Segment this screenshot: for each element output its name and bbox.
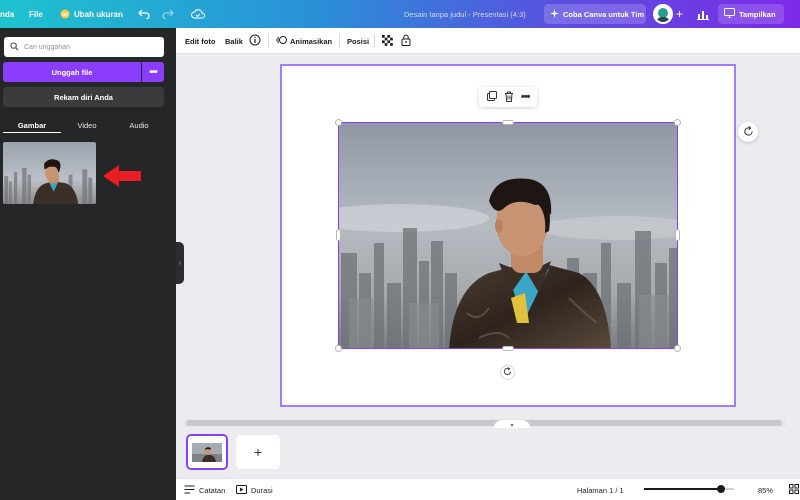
resize-handle-br[interactable]: [674, 345, 681, 352]
flip-button[interactable]: Balik: [225, 28, 243, 54]
notes-button[interactable]: Catatan: [184, 479, 225, 500]
try-canva-team-button[interactable]: Coba Canva untuk Tim: [544, 4, 646, 24]
uploaded-image-thumbnail[interactable]: [3, 142, 96, 204]
context-toolbar: Edit foto Balik Animasikan Posisi: [176, 28, 800, 54]
resize-handle-tl[interactable]: [335, 119, 342, 126]
redo-button[interactable]: [162, 0, 174, 28]
undo-button[interactable]: [138, 0, 150, 28]
grid-icon: [789, 484, 799, 496]
refresh-icon: [743, 125, 754, 139]
redo-icon: [162, 9, 174, 19]
cloud-check-icon: [191, 9, 205, 19]
upload-file-button[interactable]: Unggah file: [3, 62, 141, 82]
plus-icon: +: [676, 7, 684, 21]
add-page-button[interactable]: +: [236, 435, 280, 469]
zoom-slider-fill: [644, 488, 721, 490]
present-label: Tampilkan: [739, 9, 776, 19]
tab-videos[interactable]: Video: [60, 117, 114, 133]
resize-handle-left[interactable]: [336, 229, 341, 241]
selected-photo[interactable]: [338, 122, 678, 349]
presentation-icon: [724, 8, 735, 20]
cloud-save-button[interactable]: [191, 0, 205, 28]
sparkle-icon: [550, 8, 559, 20]
notes-label: Catatan: [199, 485, 226, 495]
lock-icon: [401, 34, 411, 48]
resize-handle-right[interactable]: [675, 229, 680, 241]
present-button[interactable]: Tampilkan: [718, 4, 784, 24]
resize-handle-tr[interactable]: [674, 119, 681, 126]
animate-icon: [276, 35, 287, 47]
add-member-button[interactable]: +: [676, 0, 683, 28]
resize-handle-bl[interactable]: [335, 345, 342, 352]
active-tab-indicator: [3, 132, 61, 133]
grid-view-button[interactable]: [789, 479, 799, 500]
zoom-level[interactable]: 85%: [758, 479, 773, 500]
lock-button[interactable]: [401, 28, 411, 54]
collapse-panel-handle[interactable]: ‹: [176, 242, 184, 284]
try-canva-team-label: Coba Canva untuk Tim: [563, 9, 645, 19]
top-bar: nda File Ubah ukuran Desain tanpa judul …: [0, 0, 800, 28]
record-yourself-button[interactable]: Rekam diri Anda: [3, 87, 164, 107]
resize-handle-bottom[interactable]: [502, 346, 514, 351]
more-options-icon[interactable]: •••: [521, 91, 531, 103]
red-arrow-annotation: [103, 165, 141, 189]
rotate-icon: [503, 367, 512, 378]
uploads-panel: Cari unggahan Unggah file ••• Rekam diri…: [0, 28, 176, 500]
rotate-handle[interactable]: [500, 365, 515, 380]
page-indicator[interactable]: Halaman 1 / 1: [577, 479, 624, 500]
search-input[interactable]: Cari unggahan: [4, 37, 164, 57]
animate-button[interactable]: Animasikan: [276, 28, 332, 54]
info-button[interactable]: [249, 28, 261, 54]
page-thumbnail-1[interactable]: [186, 434, 228, 470]
transparency-button[interactable]: [382, 28, 393, 54]
user-avatar[interactable]: [653, 4, 673, 24]
resize-handle-top[interactable]: [502, 120, 514, 125]
info-icon: [249, 34, 261, 48]
duration-label: Durasi: [251, 485, 273, 495]
bar-chart-icon: [697, 9, 709, 20]
position-button[interactable]: Posisi: [347, 28, 369, 54]
resize-label: Ubah ukuran: [74, 9, 123, 19]
timer-icon: [236, 484, 247, 496]
zoom-slider-knob[interactable]: [716, 485, 725, 493]
document-title[interactable]: Desain tanpa judul - Presentasi (4:3): [404, 0, 526, 28]
refresh-page-button[interactable]: [738, 122, 758, 142]
animate-label: Animasikan: [290, 36, 333, 46]
chevron-left-icon: ‹: [178, 259, 182, 267]
home-label: nda: [0, 9, 15, 19]
crown-icon: [60, 9, 70, 19]
tab-images[interactable]: Gambar: [3, 117, 61, 133]
upload-more-button[interactable]: •••: [142, 62, 164, 82]
transparency-icon: [382, 34, 393, 48]
file-menu[interactable]: File: [29, 0, 43, 28]
duplicate-icon[interactable]: [486, 91, 497, 103]
tab-audio[interactable]: Audio: [112, 117, 166, 133]
search-placeholder: Cari unggahan: [24, 43, 70, 51]
file-label: File: [29, 9, 43, 19]
undo-icon: [138, 9, 150, 19]
element-floating-toolbar: •••: [479, 87, 537, 107]
search-icon: [10, 41, 19, 53]
notes-icon: [184, 484, 195, 496]
horizontal-scrollbar-thumb[interactable]: [186, 420, 782, 426]
insights-button[interactable]: [697, 0, 709, 28]
duration-button[interactable]: Durasi: [236, 479, 273, 500]
resize-button[interactable]: Ubah ukuran: [60, 0, 123, 28]
home-link[interactable]: nda: [0, 0, 14, 28]
edit-photo-button[interactable]: Edit foto: [185, 28, 215, 54]
trash-icon[interactable]: [504, 91, 514, 104]
